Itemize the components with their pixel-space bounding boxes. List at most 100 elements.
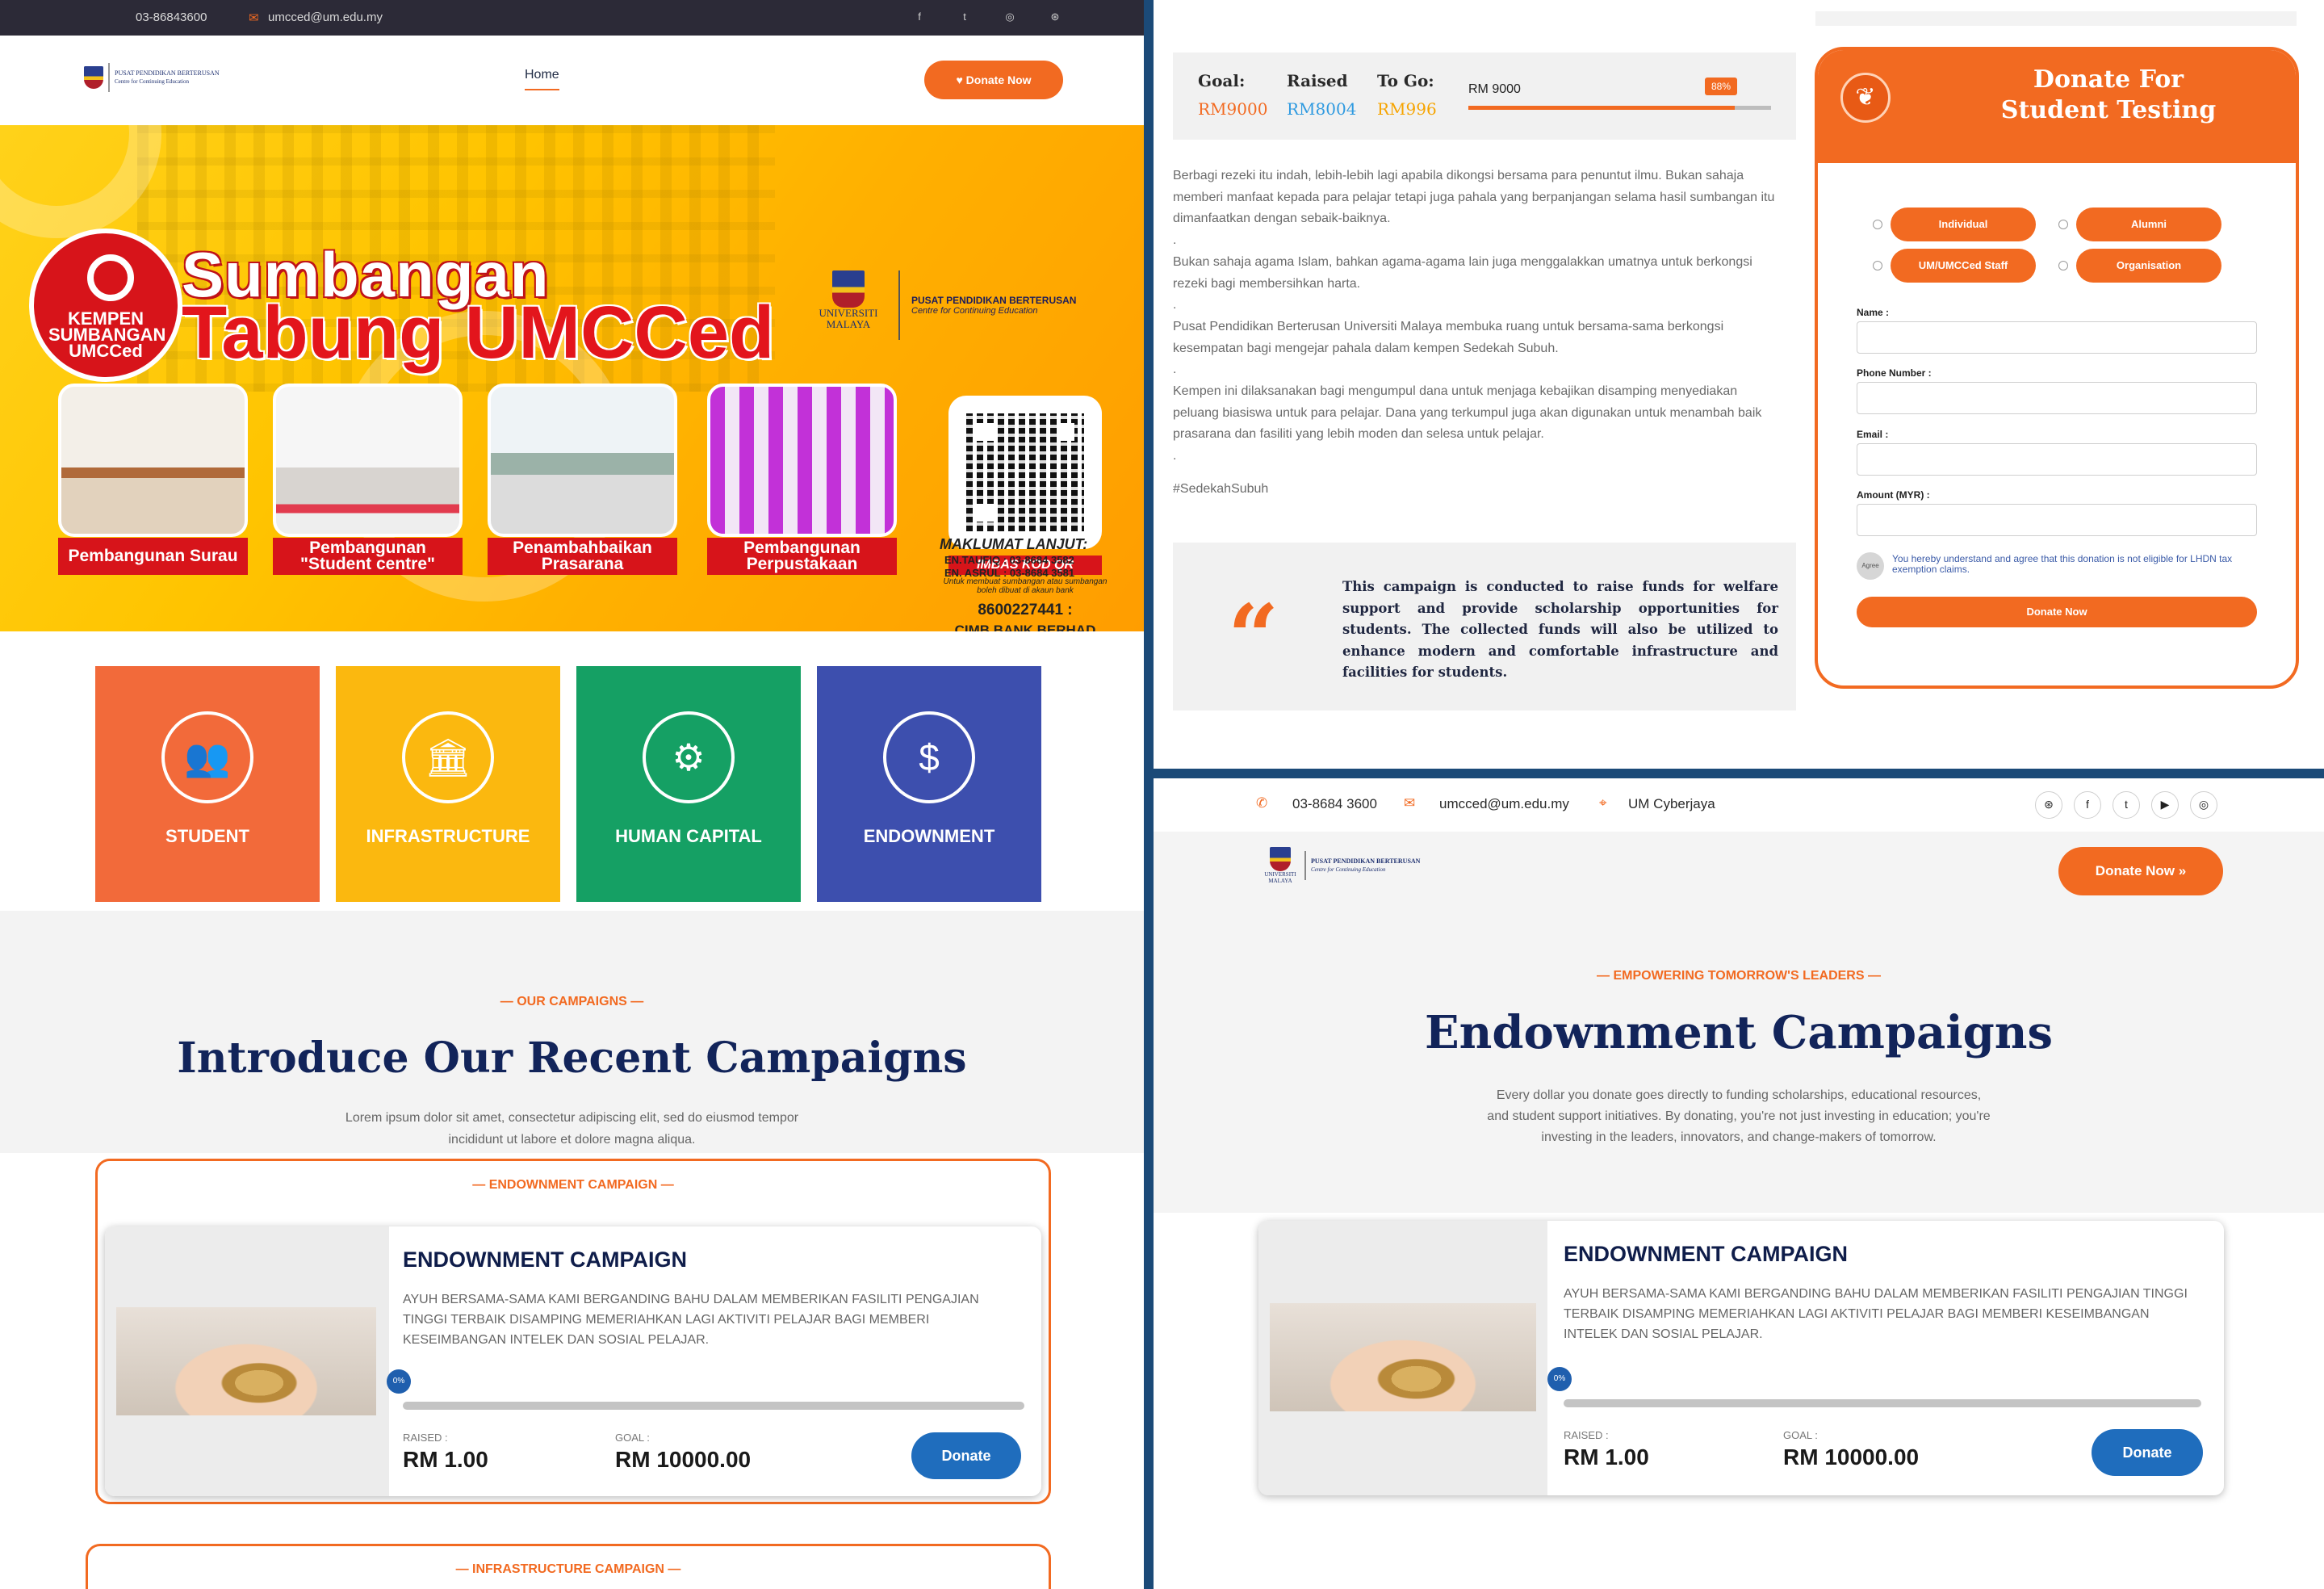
campaign-detail-page: Goal: RM9000 Raised RM8004 To Go: RM996 … xyxy=(1154,0,2324,769)
donate-now-button[interactable]: ♥ Donate Now xyxy=(924,61,1063,99)
banner-univ-name: UNIVERSITI MALAYA xyxy=(819,307,878,330)
type-alumni[interactable]: Alumni xyxy=(2058,208,2221,241)
phone-field[interactable] xyxy=(1857,382,2257,414)
radio-icon[interactable] xyxy=(2058,261,2068,270)
donate-button[interactable]: Donate xyxy=(911,1432,1021,1479)
quote-text: This campaign is conducted to raise fund… xyxy=(1342,579,1778,680)
coins-photo xyxy=(1270,1303,1536,1411)
campaigns-eyebrow: — OUR CAMPAIGNS — xyxy=(500,995,644,1008)
category-human-capital[interactable]: ⚙ HUMAN CAPITAL xyxy=(576,666,801,902)
logo-centre: PUSAT PENDIDIKAN BERTERUSAN xyxy=(115,69,220,77)
nav-home-link[interactable]: Home xyxy=(525,68,559,90)
goal-progress-pct: 88% xyxy=(1705,78,1738,95)
um-crest-icon xyxy=(84,66,103,89)
campaign-card[interactable]: ENDOWNMENT CAMPAIGN AYUH BERSAMA-SAMA KA… xyxy=(105,1226,1041,1496)
youtube-icon[interactable]: ▶ xyxy=(2151,791,2179,819)
donate-now-button[interactable]: Donate Now » xyxy=(2058,847,2223,895)
campaign-desc: AYUH BERSAMA-SAMA KAMI BERGANDING BAHU D… xyxy=(403,1293,979,1347)
dribbble-icon[interactable]: ⊛ xyxy=(2035,791,2062,819)
quote-icon: “ xyxy=(1228,585,1279,689)
email-text[interactable]: umcced@um.edu.my xyxy=(268,10,383,24)
campaign-progress-bar xyxy=(1564,1399,2201,1407)
category-tiles: 👥 STUDENT 🏛 INFRASTRUCTURE ⚙ HUMAN CAPIT… xyxy=(95,666,1041,902)
next-group-heading: — INFRASTRUCTURE CAMPAIGN — xyxy=(455,1562,681,1576)
campaign-desc: AYUH BERSAMA-SAMA KAMI BERGANDING BAHU D… xyxy=(1564,1287,2188,1341)
facebook-icon[interactable]: f xyxy=(912,10,927,24)
type-organisation[interactable]: Organisation xyxy=(2058,249,2221,283)
banner-title-line2: Tabung UMCCed xyxy=(182,291,775,374)
amount-field[interactable] xyxy=(1857,504,2257,536)
instagram-icon[interactable]: ◎ xyxy=(1003,10,1017,24)
banner-um-logo: UNIVERSITI MALAYA PUSAT PENDIDIKAN BERTE… xyxy=(810,270,1076,340)
twitter-icon[interactable]: t xyxy=(957,10,972,24)
raised-value: RM 1.00 xyxy=(403,1447,488,1472)
endownment-title: Endownment Campaigns xyxy=(1424,1006,2053,1059)
campaign-story: Berbagi rezeki itu indah, lebih-lebih la… xyxy=(1173,169,1775,496)
phone-icon: ✆ xyxy=(1256,795,1268,811)
category-student[interactable]: 👥 STUDENT xyxy=(95,666,320,902)
coins-photo xyxy=(116,1307,376,1415)
goal-progress-fill xyxy=(1468,106,1735,110)
phone-text: 03-86843600 xyxy=(136,10,207,24)
group-heading: — ENDOWNMENT CAMPAIGN — xyxy=(472,1178,674,1192)
campaign-quote: “ This campaign is conducted to raise fu… xyxy=(1173,543,1796,711)
goal-label: Goal: xyxy=(1198,71,1246,90)
type-staff[interactable]: UM/UMCCed Staff xyxy=(1873,249,2036,283)
donation-form: ❦ Donate For Student Testing Individual … xyxy=(1815,47,2299,689)
site-logo[interactable]: UNIVERSITI MALAYA PUSAT PENDIDIKAN BERTE… xyxy=(1261,847,1420,884)
agree-toggle[interactable]: Agree xyxy=(1857,552,1884,580)
twitter-icon[interactable]: t xyxy=(2113,791,2140,819)
goal-progress-bar xyxy=(1468,106,1771,110)
instagram-icon[interactable]: ◎ xyxy=(2190,791,2217,819)
campaign-title: ENDOWNMENT CAMPAIGN xyxy=(403,1247,687,1272)
endownment-page: ✆ 03-8684 3600 ✉ umcced@um.edu.my ⌖ UM C… xyxy=(1154,778,2324,1589)
endownment-eyebrow: — EMPOWERING TOMORROW'S LEADERS — xyxy=(1597,969,1881,983)
form-donate-button[interactable]: Donate Now xyxy=(1857,597,2257,627)
um-crest-icon xyxy=(832,270,865,308)
form-title-2: Student Testing xyxy=(2000,96,2217,124)
dribbble-icon[interactable]: ⊛ xyxy=(1048,10,1062,24)
name-field[interactable] xyxy=(1857,321,2257,354)
category-endownment[interactable]: $ ENDOWNMENT xyxy=(817,666,1041,902)
email-text[interactable]: umcced@um.edu.my xyxy=(1439,796,1569,812)
caption-surau: Pembangunan Surau xyxy=(58,538,248,575)
name-label: Name : xyxy=(1857,307,1890,318)
endownment-desc-2: and student support initiatives. By dona… xyxy=(1487,1109,1991,1123)
campaign-progress-pct: 0% xyxy=(387,1369,411,1394)
type-individual[interactable]: Individual xyxy=(1873,208,2036,241)
endownment-desc-3: investing in the leaders, innovators, an… xyxy=(1541,1130,1937,1144)
donation-form-header: ❦ Donate For Student Testing xyxy=(1818,50,2296,163)
building-icon: 🏛 xyxy=(402,711,494,803)
people-gear-icon: ⚙ xyxy=(643,711,735,803)
seedling-icon: ❦ xyxy=(1840,73,1891,123)
raised-label: Raised xyxy=(1287,71,1348,90)
raised-label: RAISED : xyxy=(1564,1429,1609,1441)
contact-taufiq: EN.TAUFIQ : 03-8684 3582 xyxy=(944,554,1074,566)
email-field[interactable] xyxy=(1857,443,2257,476)
endownment-desc-1: Every dollar you donate goes directly to… xyxy=(1496,1088,1982,1102)
contact-header: ✆ 03-8684 3600 ✉ umcced@um.edu.my ⌖ UM C… xyxy=(1154,778,2324,832)
donate-button[interactable]: Donate xyxy=(2092,1429,2203,1476)
bank-name: CIMB BANK BERHAD xyxy=(954,623,1096,631)
site-logo[interactable]: PUSAT PENDIDIKAN BERTERUSAN Centre for C… xyxy=(84,63,220,92)
radio-icon[interactable] xyxy=(1873,220,1882,229)
category-infrastructure[interactable]: 🏛 INFRASTRUCTURE xyxy=(336,666,560,902)
togo-label: To Go: xyxy=(1377,71,1434,90)
campaigns-desc-1: Lorem ipsum dolor sit amet, consectetur … xyxy=(345,1111,799,1125)
campaigns-title: Introduce Our Recent Campaigns xyxy=(177,1033,967,1083)
giving-hands-icon xyxy=(87,254,134,301)
agree-text: You hereby understand and agree that thi… xyxy=(1892,553,2233,575)
radio-icon[interactable] xyxy=(1873,261,1882,270)
prasarana-photo xyxy=(488,384,677,537)
radio-icon[interactable] xyxy=(2058,220,2068,229)
goal-value: RM 10000.00 xyxy=(615,1447,752,1472)
top-contact-bar: 03-86843600 ✉ umcced@um.edu.my f t ◎ ⊛ xyxy=(0,0,1144,36)
raised-label: RAISED : xyxy=(403,1432,448,1444)
facebook-icon[interactable]: f xyxy=(2074,791,2101,819)
logo-centre-en: Centre for Continuing Education xyxy=(115,78,189,85)
library-photo xyxy=(707,384,897,537)
campaign-card[interactable]: ENDOWNMENT CAMPAIGN AYUH BERSAMA-SAMA KA… xyxy=(1258,1221,2224,1495)
kempen-badge: KEMPEN SUMBANGAN UMCCed xyxy=(29,228,182,382)
caption-prasarana: Penambahbaikan Prasarana xyxy=(488,538,677,575)
caption-student-centre: Pembangunan "Student centre" xyxy=(273,538,463,575)
